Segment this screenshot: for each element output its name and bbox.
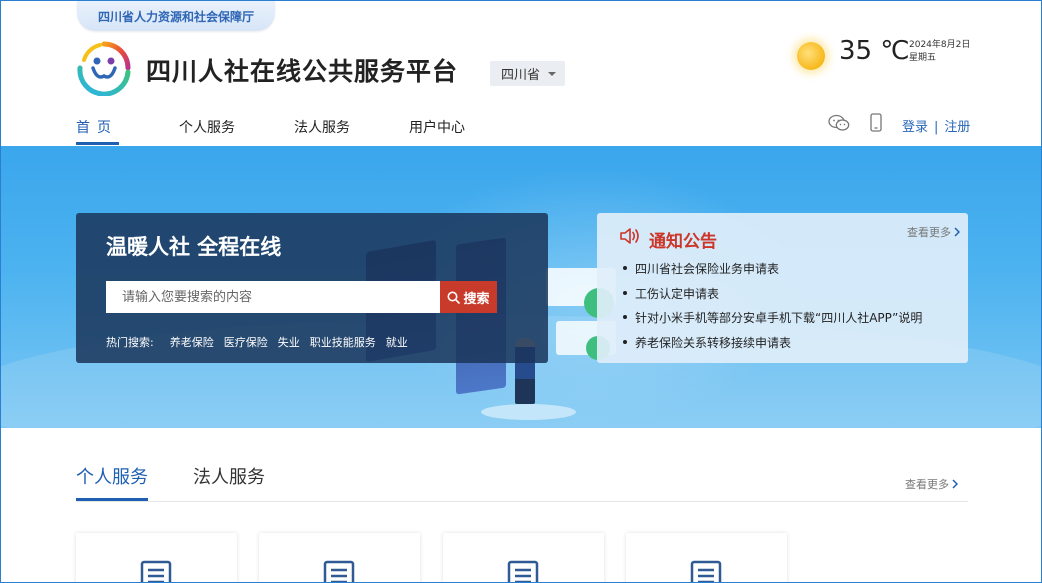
search-button-label: 搜索: [463, 291, 490, 307]
site-title: 四川人社在线公共服务平台: [146, 57, 459, 86]
hot-search-item[interactable]: 就业: [386, 334, 408, 350]
sun-icon: [797, 42, 825, 70]
search-button[interactable]: 搜索: [440, 281, 497, 313]
notice-item[interactable]: 四川省社会保险业务申请表: [623, 260, 922, 285]
nav-home[interactable]: 首页: [76, 117, 119, 145]
notice-item[interactable]: 养老保险关系转移接续申请表: [623, 334, 922, 359]
date: 2024年8月2日: [909, 40, 971, 50]
main-nav: 首页 个人服务 法人服务 用户中心: [76, 117, 465, 145]
services-more-label: 查看更多: [905, 478, 949, 491]
nav-corporate-services[interactable]: 法人服务: [294, 117, 350, 145]
hot-search-item[interactable]: 职业技能服务: [310, 334, 376, 350]
weekday: 星期五: [909, 53, 937, 63]
speaker-icon: [620, 228, 639, 244]
nav-user-center[interactable]: 用户中心: [409, 117, 465, 145]
chevron-right-icon: [952, 479, 958, 489]
document-icon: [507, 560, 539, 582]
service-card[interactable]: [626, 533, 787, 582]
document-icon: [323, 560, 355, 582]
caret-down-icon: [548, 72, 556, 76]
document-icon: [140, 560, 172, 582]
service-card[interactable]: [259, 533, 420, 582]
nav-personal-services[interactable]: 个人服务: [179, 117, 235, 145]
chevron-right-icon: [954, 227, 960, 237]
banner-slogan: 温暖人社 全程在线: [106, 235, 282, 259]
notice-item[interactable]: 针对小米手机等部分安卓手机下载“四川人社APP”说明: [623, 309, 922, 334]
mobile-phone-icon[interactable]: [870, 113, 882, 132]
search-input[interactable]: [106, 281, 440, 313]
date-info: 2024年8月2日 星期五: [909, 39, 970, 65]
search-icon: [447, 291, 461, 304]
auth-separator: |: [934, 120, 939, 135]
service-tabs: 个人服务 法人服务: [76, 463, 265, 501]
hot-searches: 热门搜索: 养老保险 医疗保险 失业 职业技能服务 就业: [106, 334, 418, 350]
region-select[interactable]: 四川省: [490, 61, 565, 86]
temperature: 35 ℃: [839, 36, 910, 66]
hot-search-item[interactable]: 失业: [278, 334, 300, 350]
hot-search-item[interactable]: 医疗保险: [224, 334, 268, 350]
notice-more-label: 查看更多: [907, 226, 951, 239]
site-logo-icon[interactable]: [76, 40, 132, 96]
hot-searches-label: 热门搜索:: [106, 336, 154, 349]
notice-panel: 通知公告 查看更多 四川省社会保险业务申请表 工伤认定申请表 针对小米手机等部分…: [597, 213, 968, 363]
register-link[interactable]: 注册: [944, 120, 970, 135]
divider: [76, 501, 968, 502]
notice-more-link[interactable]: 查看更多: [907, 224, 960, 240]
tab-corporate-services[interactable]: 法人服务: [193, 463, 265, 501]
service-card[interactable]: [443, 533, 604, 582]
banner-illustration-platform: [481, 404, 576, 420]
notice-item[interactable]: 工伤认定申请表: [623, 285, 922, 310]
department-tab[interactable]: 四川省人力资源和社会保障厅: [77, 1, 275, 31]
hot-search-item[interactable]: 养老保险: [170, 334, 214, 350]
services-more-link[interactable]: 查看更多: [905, 476, 958, 492]
notice-list: 四川省社会保险业务申请表 工伤认定申请表 针对小米手机等部分安卓手机下载“四川人…: [623, 260, 922, 359]
auth-links: 登录 | 注册: [902, 116, 970, 135]
login-link[interactable]: 登录: [902, 120, 928, 135]
tab-personal-services[interactable]: 个人服务: [76, 463, 148, 501]
page: 四川省人力资源和社会保障厅 四川人社在线公共服务平台 四川省 35 ℃ 2024…: [0, 0, 1042, 583]
notice-title: 通知公告: [649, 232, 717, 252]
wechat-icon[interactable]: [828, 114, 850, 132]
region-select-value: 四川省: [501, 68, 541, 83]
search-panel: 温暖人社 全程在线 搜索 热门搜索: 养老保险 医疗保险 失业 职业技能服务 就…: [76, 213, 548, 363]
service-card[interactable]: [76, 533, 237, 582]
document-icon: [690, 560, 722, 582]
